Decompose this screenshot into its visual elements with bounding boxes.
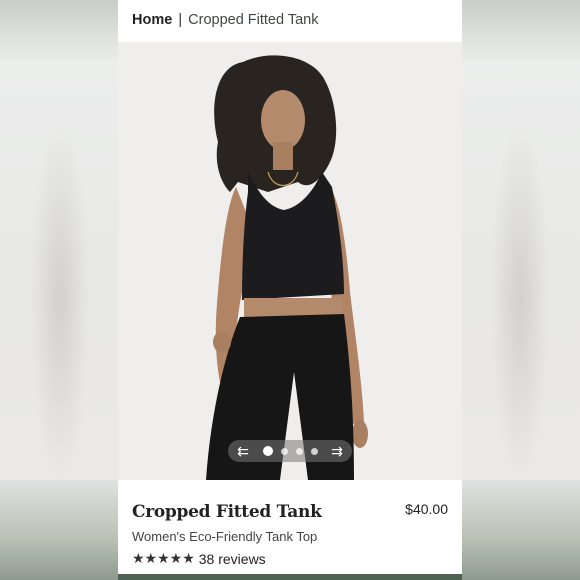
carousel-dot[interactable] bbox=[280, 447, 288, 455]
arrow-right-icon[interactable]: ⇉ bbox=[328, 440, 346, 462]
product-info: Cropped Fitted Tank $40.00 Women's Eco-F… bbox=[118, 480, 462, 576]
star-rating-icon: ★★★★★ bbox=[132, 550, 195, 566]
carousel-dots bbox=[262, 446, 318, 456]
product-image bbox=[206, 55, 368, 480]
background-blur-left bbox=[30, 120, 90, 480]
reviews-link[interactable]: 38 reviews bbox=[199, 551, 266, 567]
bottom-bar bbox=[118, 574, 462, 580]
product-image-gallery[interactable]: ⇇ ⇉ bbox=[118, 42, 462, 480]
arrow-left-icon[interactable]: ⇇ bbox=[234, 440, 252, 462]
image-carousel-controls: ⇇ ⇉ bbox=[228, 440, 352, 462]
breadcrumb-home-link[interactable]: Home bbox=[132, 12, 172, 28]
breadcrumb-separator: | bbox=[178, 12, 183, 28]
carousel-dot[interactable] bbox=[310, 447, 318, 455]
background-blur-right bbox=[490, 120, 550, 480]
breadcrumb-current: Cropped Fitted Tank bbox=[188, 12, 319, 28]
product-title: Cropped Fitted Tank bbox=[132, 502, 322, 522]
breadcrumb: Home | Cropped Fitted Tank bbox=[132, 12, 318, 28]
carousel-dot[interactable] bbox=[262, 446, 273, 456]
product-price: $40.00 bbox=[405, 501, 448, 517]
product-rating: ★★★★★ 38 reviews bbox=[132, 550, 266, 567]
carousel-dot[interactable] bbox=[295, 447, 303, 455]
product-page: Home | Cropped Fitted Tank ⇇ ⇉ Cropped F… bbox=[118, 0, 462, 580]
product-subtitle: Women's Eco-Friendly Tank Top bbox=[132, 529, 318, 544]
